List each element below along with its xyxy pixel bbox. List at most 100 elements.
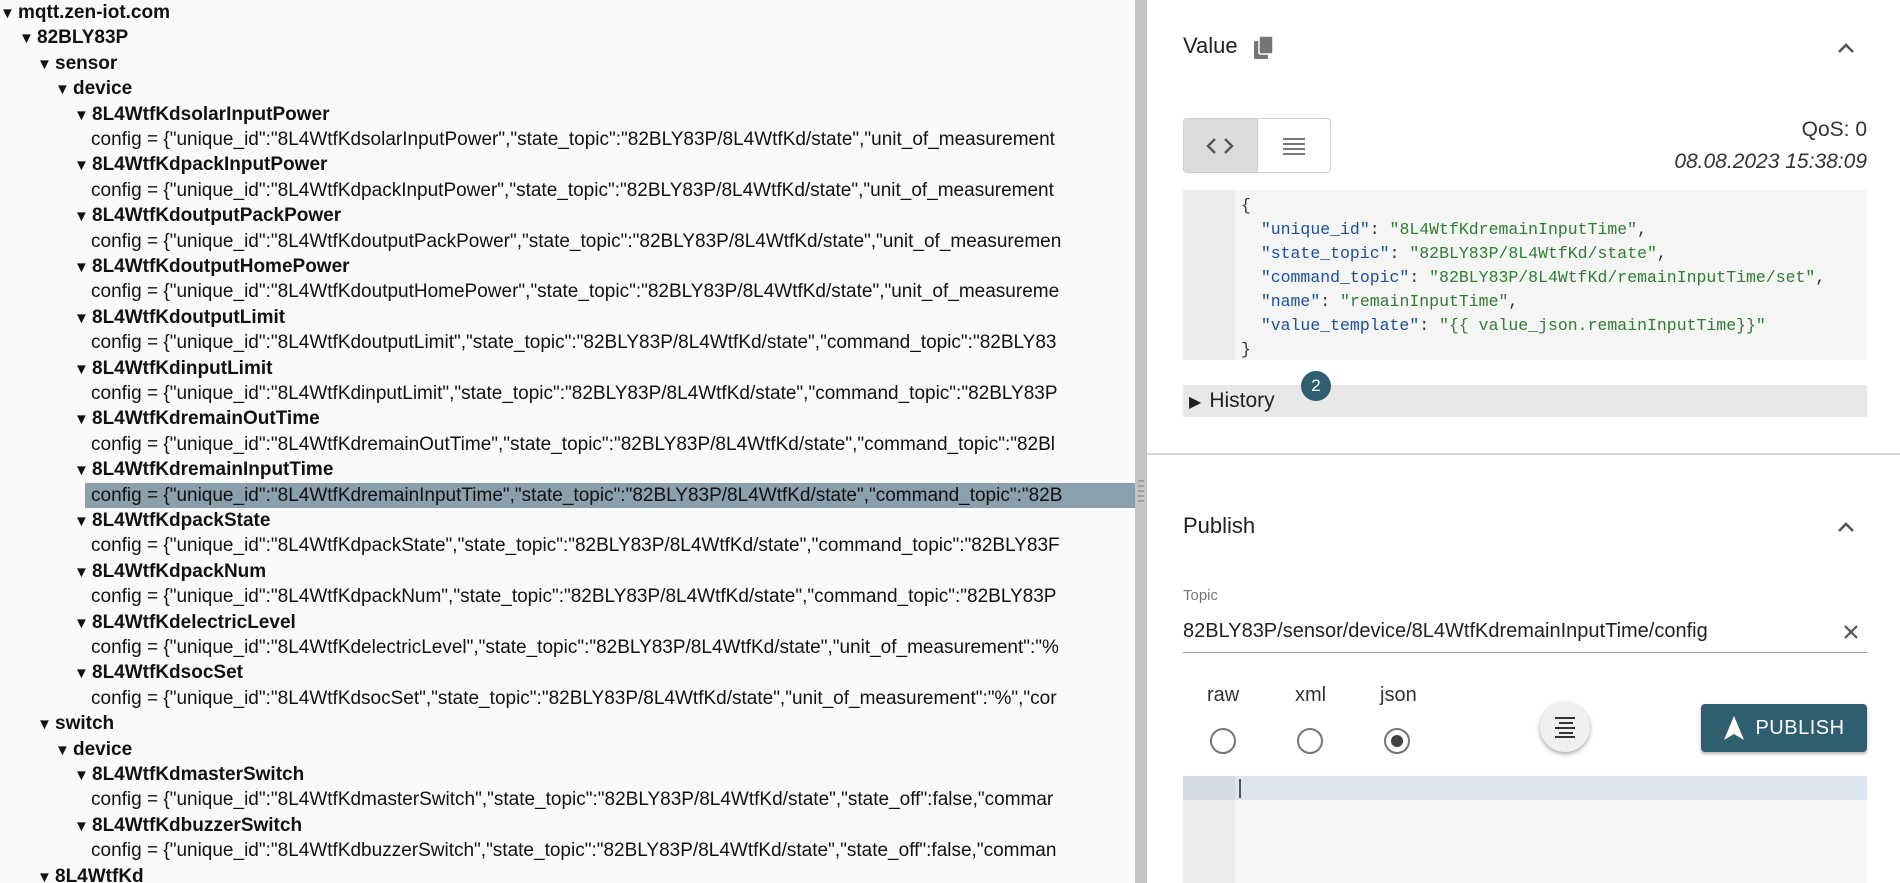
json-punct: , xyxy=(1637,220,1647,239)
copy-icon[interactable] xyxy=(1252,35,1276,61)
section-divider xyxy=(1147,453,1900,455)
expand-arrow-icon[interactable]: ▼ xyxy=(74,763,92,788)
tree-node-label: 8L4WtfKdmasterSwitch xyxy=(92,764,305,785)
format-radio-raw[interactable] xyxy=(1210,728,1236,754)
tree-node-switch[interactable]: ▼ switch xyxy=(37,711,114,736)
splitter-grip-icon[interactable] xyxy=(1138,480,1144,504)
publish-section-title: Publish xyxy=(1183,513,1256,538)
history-expand-icon[interactable]: ▶ xyxy=(1189,387,1201,419)
tree-node-entity[interactable]: ▼ 8L4WtfKdpackInputPower xyxy=(74,152,327,177)
tree-leaf-config[interactable]: config = {"unique_id":"8L4WtfKdpackState… xyxy=(91,533,1060,558)
tree-node-entity[interactable]: ▼ 8L4WtfKdinputLimit xyxy=(74,356,272,381)
tree-node-entity[interactable]: ▼ 8L4WtfKdoutputLimit xyxy=(74,305,285,330)
expand-arrow-icon[interactable]: ▼ xyxy=(74,661,92,686)
json-value: "8L4WtfKdremainInputTime" xyxy=(1389,220,1638,239)
tree-node-entity[interactable]: ▼ 8L4WtfKdmasterSwitch xyxy=(74,762,304,787)
tree-node-entity[interactable]: ▼ 8L4WtfKdbuzzerSwitch xyxy=(74,813,302,838)
expand-arrow-icon[interactable]: ▼ xyxy=(74,560,92,585)
format-icon[interactable] xyxy=(1540,702,1590,752)
value-section-title: Value xyxy=(1183,33,1238,58)
publish-button[interactable]: PUBLISH xyxy=(1701,704,1867,752)
format-radio-json[interactable] xyxy=(1384,728,1410,754)
format-label-xml: xml xyxy=(1295,684,1327,706)
raw-view-icon[interactable] xyxy=(1256,119,1331,172)
tree-node-label: 8L4WtfKdinputLimit xyxy=(92,357,273,379)
tree-node-label: sensor xyxy=(55,52,118,74)
clear-icon[interactable] xyxy=(1839,620,1863,644)
tree-node-label: 8L4WtfKdpackNum xyxy=(92,560,267,582)
expand-arrow-icon[interactable]: ▼ xyxy=(74,814,92,839)
tree-node-entity[interactable]: ▼ 8L4WtfKdoutputPackPower xyxy=(74,203,341,228)
tree-leaf-config[interactable]: config = {"unique_id":"8L4WtfKdoutputHom… xyxy=(91,279,1059,304)
expand-arrow-icon[interactable]: ▼ xyxy=(37,865,55,883)
format-radio-xml[interactable] xyxy=(1297,728,1323,754)
topic-underline xyxy=(1183,652,1867,653)
expand-arrow-icon[interactable]: ▼ xyxy=(74,103,92,128)
tree-leaf-config[interactable]: config = {"unique_id":"8L4WtfKdremainInp… xyxy=(85,482,1135,508)
tree-node-entity[interactable]: ▼ 8L4WtfKdsolarInputPower xyxy=(74,102,330,127)
tree-node-label: 8L4WtfKdbuzzerSwitch xyxy=(92,814,303,836)
tree-leaf-config[interactable]: config = {"unique_id":"8L4WtfKdsolarInpu… xyxy=(91,127,1055,152)
value-json-viewer[interactable]: { "unique_id": "8L4WtfKdremainInputTime"… xyxy=(1183,190,1867,360)
expand-arrow-icon[interactable]: ▼ xyxy=(74,306,92,331)
view-mode-toggle xyxy=(1183,118,1331,173)
tree-node-entity[interactable]: ▼ 8L4WtfKdoutputHomePower xyxy=(74,254,350,279)
expand-arrow-icon[interactable]: ▼ xyxy=(74,611,92,636)
tree-leaf-config[interactable]: config = {"unique_id":"8L4WtfKdmasterSwi… xyxy=(91,787,1053,812)
tree-leaf-config[interactable]: config = {"unique_id":"8L4WtfKdremainOut… xyxy=(91,432,1055,457)
tree-leaf-config[interactable]: config = {"unique_id":"8L4WtfKdinputLimi… xyxy=(91,381,1058,406)
value-collapse-chevron-up-icon[interactable] xyxy=(1832,34,1860,62)
format-label-raw: raw xyxy=(1207,684,1240,706)
expand-arrow-icon[interactable]: ▼ xyxy=(74,357,92,382)
tree-node-root[interactable]: ▼ mqtt.zen-iot.com xyxy=(0,0,170,25)
tree-node-entity[interactable]: ▼ 8L4WtfKdsocSet xyxy=(74,660,243,685)
tree-node-8L4WtfKd[interactable]: ▼ 8L4WtfKd xyxy=(37,864,144,883)
tree-node-entity[interactable]: ▼ 8L4WtfKdelectricLevel xyxy=(74,610,296,635)
tree-node-entity[interactable]: ▼ 8L4WtfKdremainInputTime xyxy=(74,457,333,482)
details-panel: Value QoS: 0 08.08.2023 15:38:09 { "uniq… xyxy=(1147,0,1900,883)
json-value: "82BLY83P/8L4WtfKd/remainInputTime/set" xyxy=(1429,268,1816,287)
payload-editor[interactable] xyxy=(1183,776,1867,883)
tree-leaf-config[interactable]: config = {"unique_id":"8L4WtfKdoutputLim… xyxy=(91,330,1056,355)
tree-leaf-config[interactable]: config = {"unique_id":"8L4WtfKdpackInput… xyxy=(91,178,1054,203)
topic-input[interactable] xyxy=(1183,612,1823,650)
expand-arrow-icon[interactable]: ▼ xyxy=(74,204,92,229)
expand-arrow-icon[interactable]: ▼ xyxy=(74,458,92,483)
tree-node-entity[interactable]: ▼ 8L4WtfKdpackNum xyxy=(74,559,266,584)
tree-leaf-config[interactable]: config = {"unique_id":"8L4WtfKdbuzzerSwi… xyxy=(91,838,1056,863)
history-panel[interactable]: ▶ History xyxy=(1183,385,1867,417)
expand-arrow-icon[interactable]: ▼ xyxy=(74,255,92,280)
publish-button-label: PUBLISH xyxy=(1755,716,1845,739)
code-view-icon[interactable] xyxy=(1184,119,1257,172)
tree-leaf-config[interactable]: config = {"unique_id":"8L4WtfKdpackNum",… xyxy=(91,584,1056,609)
expand-arrow-icon[interactable]: ▼ xyxy=(74,407,92,432)
expand-arrow-icon[interactable]: ▼ xyxy=(55,77,73,102)
tree-leaf-config[interactable]: config = {"unique_id":"8L4WtfKdsocSet","… xyxy=(91,686,1057,711)
tree-node-82BLY83P[interactable]: ▼ 82BLY83P xyxy=(19,25,128,50)
tree-leaf-config[interactable]: config = {"unique_id":"8L4WtfKdelectricL… xyxy=(91,635,1059,660)
tree-node-label: mqtt.zen-iot.com xyxy=(18,2,170,23)
expand-arrow-icon[interactable]: ▼ xyxy=(74,509,92,534)
expand-arrow-icon[interactable]: ▼ xyxy=(37,52,55,77)
send-icon xyxy=(1724,716,1745,740)
json-key: "name" xyxy=(1260,292,1321,311)
json-line: { xyxy=(1241,194,1251,218)
expand-arrow-icon[interactable]: ▼ xyxy=(0,1,18,26)
expand-arrow-icon[interactable]: ▼ xyxy=(37,712,55,737)
history-count-badge: 2 xyxy=(1301,371,1331,401)
expand-arrow-icon[interactable]: ▼ xyxy=(55,738,73,763)
expand-arrow-icon[interactable]: ▼ xyxy=(74,153,92,178)
tree-node-sensor[interactable]: ▼ sensor xyxy=(37,51,117,76)
format-label-json: json xyxy=(1380,684,1417,706)
tree-node-switch-device[interactable]: ▼ device xyxy=(55,737,132,762)
editor-active-line xyxy=(1183,776,1867,800)
tree-node-entity[interactable]: ▼ 8L4WtfKdremainOutTime xyxy=(74,406,320,431)
tree-node-sensor-device[interactable]: ▼ device xyxy=(55,76,132,101)
tree-leaf-config[interactable]: config = {"unique_id":"8L4WtfKdoutputPac… xyxy=(91,229,1061,254)
panel-splitter[interactable] xyxy=(1135,0,1147,883)
publish-collapse-chevron-up-icon[interactable] xyxy=(1832,513,1860,541)
json-line: "value_template": "{{ value_json.remainI… xyxy=(1260,316,1766,335)
tree-node-entity[interactable]: ▼ 8L4WtfKdpackState xyxy=(74,508,270,533)
expand-arrow-icon[interactable]: ▼ xyxy=(19,26,37,51)
tree-node-label: 8L4WtfKdpackState xyxy=(92,510,271,531)
